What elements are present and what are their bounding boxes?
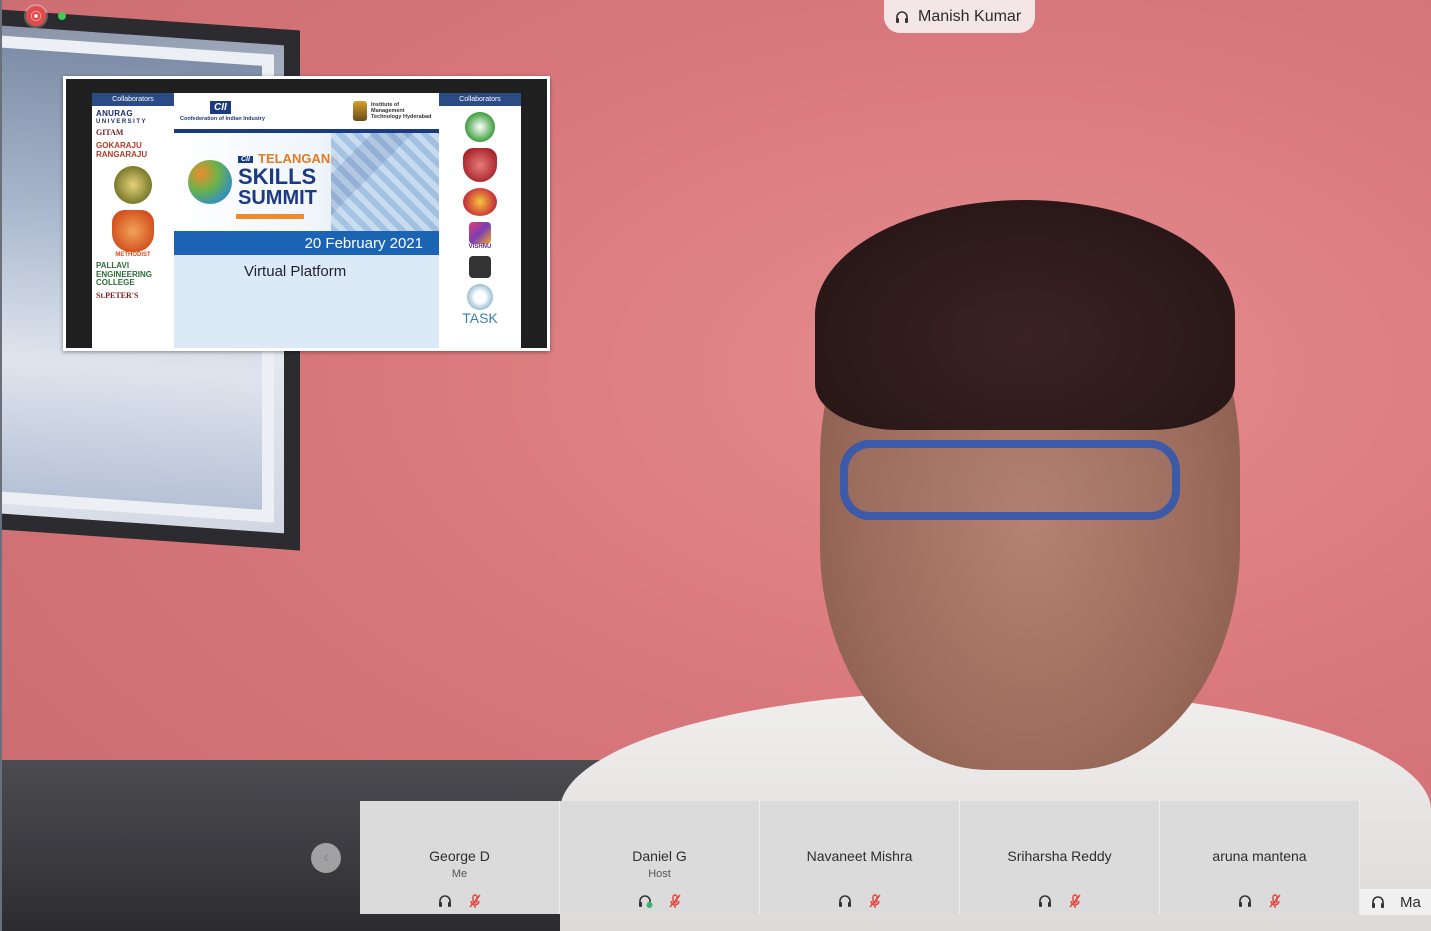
summit-title: CII TELANGANA SKILLS SUMMIT <box>238 151 340 209</box>
task-logo-icon <box>467 284 493 310</box>
participant-tile[interactable]: Daniel G Host <box>560 801 760 914</box>
cii-subtitle: Confederation of Indian Industry <box>180 115 265 122</box>
vishnu-logo-icon <box>469 222 491 244</box>
shared-screen-thumbnail[interactable]: Collaborators ANURAG UNIVERSITY GITAM GO… <box>63 76 550 351</box>
participant-role: Host <box>648 868 671 880</box>
active-speaker-name: Manish Kumar <box>918 7 1022 25</box>
lotus-emblem-icon <box>463 188 497 216</box>
green-emblem-icon <box>465 112 495 142</box>
participant-name: Sriharsha Reddy <box>1007 848 1112 864</box>
active-speaker-badge: Manish Kumar <box>884 0 1035 33</box>
shared-screen-content: Collaborators ANURAG UNIVERSITY GITAM GO… <box>66 79 547 348</box>
connection-status-icon <box>58 12 66 20</box>
gokaraju-logo: GOKARAJU RANGARAJU <box>96 141 148 159</box>
anurag-logo: ANURAG UNIVERSITY <box>96 109 148 125</box>
slide-hero: CII TELANGANA SKILLS SUMMIT <box>174 133 439 231</box>
cii-logo: CII <box>210 100 231 114</box>
participant-tile[interactable]: Sriharsha Reddy <box>960 801 1160 914</box>
methodist-logo-text: METHODIST <box>115 251 151 258</box>
participant-tile-overflow[interactable]: Ma <box>1360 889 1431 915</box>
collaborators-left-header: Collaborators <box>92 93 174 106</box>
headphone-icon[interactable] <box>437 893 453 909</box>
summit-platform: Virtual Platform <box>244 263 347 280</box>
headphone-active-icon[interactable] <box>637 893 653 909</box>
participant-name: Navaneet Mishra <box>806 848 913 864</box>
institute-logo-icon <box>469 256 491 278</box>
stpeters-logo: St.PETER'S <box>96 291 139 301</box>
slide-header: CII Confederation of Indian Industry Ins… <box>174 93 439 129</box>
gitam-logo: GITAM <box>96 128 124 138</box>
mic-muted-icon[interactable] <box>667 893 683 909</box>
mic-muted-icon[interactable] <box>1267 893 1283 909</box>
summit-slide: CII Confederation of Indian Industry Ins… <box>174 93 439 348</box>
headphone-icon <box>896 10 908 23</box>
chevron-left-icon: ‹ <box>323 849 329 866</box>
participant-name: George D <box>429 848 490 864</box>
headphone-icon[interactable] <box>1037 893 1053 909</box>
participant-tile[interactable]: George D Me <box>360 801 560 914</box>
headphone-icon[interactable] <box>1237 893 1253 909</box>
collaborators-right-header: Collaborators <box>439 93 521 106</box>
tree-logo-icon <box>188 160 232 204</box>
mic-muted-icon[interactable] <box>867 893 883 909</box>
task-logo-text: TASK <box>462 310 498 326</box>
participant-name: aruna mantena <box>1212 848 1307 864</box>
mic-muted-icon[interactable] <box>1067 893 1083 909</box>
collaborators-left-panel: Collaborators ANURAG UNIVERSITY GITAM GO… <box>92 93 174 348</box>
university-emblem-icon <box>114 165 152 204</box>
participant-name: Daniel G <box>632 848 687 864</box>
headphone-icon[interactable] <box>1370 894 1386 910</box>
participants-scroll-left-button[interactable]: ‹ <box>311 843 341 873</box>
participant-tile[interactable]: Navaneet Mishra <box>760 801 960 914</box>
participant-strip: George D Me Daniel G Host Navaneet Mishr… <box>360 801 1360 914</box>
pallavi-logo: PALLAVI ENGINEERING COLLEGE <box>96 260 153 288</box>
workspace-illustration <box>331 133 439 231</box>
mic-muted-icon[interactable] <box>467 893 483 909</box>
title-underline <box>236 214 304 219</box>
stanley-emblem-icon <box>463 148 497 182</box>
vishnu-logo-text: VISHNU <box>468 244 492 250</box>
participant-role: Me <box>451 868 468 880</box>
imt-logo: Institute of Management Technology Hyder… <box>353 101 433 121</box>
headphone-icon[interactable] <box>837 893 853 909</box>
record-icon[interactable]: ⦿ <box>26 6 46 26</box>
methodist-emblem-icon <box>112 209 154 252</box>
participant-name: Ma <box>1400 893 1421 911</box>
collaborators-right-panel: Collaborators VISHNU TASK <box>439 93 521 348</box>
window-controls: ⦿ <box>26 6 66 26</box>
summit-date: 20 February 2021 <box>174 231 439 255</box>
imt-emblem-icon <box>353 101 367 121</box>
participant-tile[interactable]: aruna mantena <box>1160 801 1360 914</box>
